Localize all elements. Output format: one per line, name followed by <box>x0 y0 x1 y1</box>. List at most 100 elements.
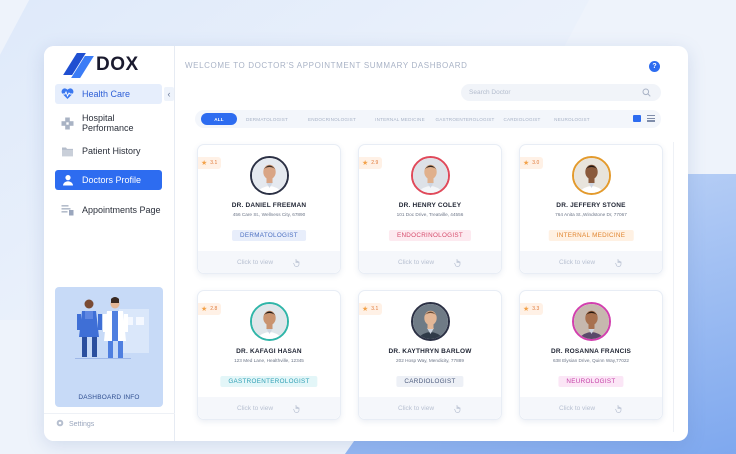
sidebar-item-label: Appointments Page <box>82 205 161 215</box>
sidebar-item-label: Doctors Profile <box>82 175 142 185</box>
star-icon: ★ <box>201 306 208 313</box>
grid-view-icon[interactable] <box>633 115 641 122</box>
doctor-avatar <box>572 302 611 341</box>
view-profile-button[interactable]: Click to view <box>520 251 662 273</box>
rating-value: 2.8 <box>210 306 218 312</box>
star-icon: ★ <box>523 160 530 167</box>
sidebar: DOX Health Care ‹ Hospital Performance P… <box>44 46 175 441</box>
scrollbar[interactable] <box>673 142 674 432</box>
rating-value: 3.1 <box>371 306 379 312</box>
doctor-address: 202 Hosp Way, Mendicity, 77889 <box>396 358 464 363</box>
click-to-view-label: Click to view <box>397 258 435 266</box>
pointer-hand-icon <box>293 258 300 267</box>
star-icon: ★ <box>523 306 530 313</box>
rating-value: 3.3 <box>532 306 540 312</box>
click-to-view-label: Click to view <box>397 404 435 412</box>
click-to-view-label: Click to view <box>558 258 596 266</box>
view-profile-button[interactable]: Click to view <box>198 251 340 273</box>
sidebar-item-label: Health Care <box>82 89 131 99</box>
doctor-address: 456 Care St., Wellness City, 67890 <box>232 212 306 217</box>
collapse-sidebar-chevron-icon[interactable]: ‹ <box>164 87 174 101</box>
doctor-card[interactable]: ★ 2.8 DR. KAFAGI HASAN 123 Med Lane, Hea… <box>197 290 341 420</box>
heart-pulse-icon <box>61 88 74 101</box>
doctor-card[interactable]: ★ 3.0 DR. JEFFERY STONE 764 Anita St.,Wi… <box>519 144 663 274</box>
doctors-illustration <box>75 297 149 359</box>
doctor-address: 764 Anita St.,Windstone Dr, 77067 <box>555 212 627 217</box>
rating-value: 3.0 <box>532 160 540 166</box>
dashboard-info-label: DASHBOARD INFO <box>78 394 140 401</box>
rating-badge: ★ 3.0 <box>520 157 544 169</box>
specialty-badge: DERMATOLOGIST <box>232 230 306 241</box>
doctor-address: 101 Doc Drive, Treatville, 44556 <box>396 212 464 217</box>
click-to-view-label: Click to view <box>236 258 274 266</box>
rating-badge: ★ 3.1 <box>359 303 383 315</box>
tab-endocrinologist[interactable]: ENDOCRINOLOGIST <box>308 113 356 125</box>
tab-internal-medicine[interactable]: INTERNAL MEDICINE <box>375 113 425 125</box>
click-to-view-label: Click to view <box>558 404 596 412</box>
rating-badge: ★ 2.9 <box>359 157 383 169</box>
doctor-avatar <box>250 302 289 341</box>
specialty-filter-bar: ALL DERMATOLOGIST ENDOCRINOLOGIST INTERN… <box>195 110 661 128</box>
tab-all[interactable]: ALL <box>201 113 237 125</box>
view-profile-button[interactable]: Click to view <box>520 397 662 419</box>
pointer-hand-icon <box>454 258 461 267</box>
logo[interactable]: DOX <box>63 53 139 78</box>
sidebar-item-label: Hospital Performance <box>82 113 134 133</box>
doctor-name: DR. DANIEL FREEMAN <box>231 202 307 209</box>
logo-mark-icon <box>63 53 94 78</box>
doctor-avatar <box>411 156 450 195</box>
doctor-card[interactable]: ★ 2.9 DR. HENRY COLEY 101 Doc Drive, Tre… <box>358 144 502 274</box>
rating-value: 2.9 <box>371 160 379 166</box>
user-icon <box>61 174 74 187</box>
sidebar-item-health-care[interactable]: Health Care <box>55 84 162 104</box>
gear-icon <box>56 419 64 429</box>
view-profile-button[interactable]: Click to view <box>198 397 340 419</box>
doctor-card[interactable]: ★ 3.1 DR. KAYTHRYN BARLOW 202 Hosp Way, … <box>358 290 502 420</box>
sidebar-item-hospital-performance[interactable]: Hospital Performance <box>55 113 162 133</box>
specialty-badge: INTERNAL MEDICINE <box>548 230 634 241</box>
specialty-badge: NEUROLOGIST <box>558 376 624 387</box>
doctor-avatar <box>572 156 611 195</box>
calendar-list-icon <box>61 204 74 217</box>
star-icon: ★ <box>201 160 208 167</box>
tab-dermatologist[interactable]: DERMATOLOGIST <box>246 113 288 125</box>
tab-gastroenterologist[interactable]: GASTROENTEROLOGIST <box>436 113 495 125</box>
view-profile-button[interactable]: Click to view <box>359 251 501 273</box>
pointer-hand-icon <box>615 258 622 267</box>
star-icon: ★ <box>362 160 369 167</box>
pointer-hand-icon <box>615 404 622 413</box>
specialty-badge: GASTROENTEROLOGIST <box>220 376 318 387</box>
dashboard-info-card[interactable]: DASHBOARD INFO <box>55 287 163 407</box>
doctor-card[interactable]: ★ 3.3 DR. ROSANNA FRANCIS 638 Elysian Dr… <box>519 290 663 420</box>
sidebar-item-appointments-page[interactable]: Appointments Page <box>55 200 162 220</box>
specialty-badge: ENDOCRINOLOGIST <box>388 230 472 241</box>
doctor-name: DR. JEFFERY STONE <box>556 202 626 209</box>
pointer-hand-icon <box>454 404 461 413</box>
rating-badge: ★ 2.8 <box>198 303 222 315</box>
sidebar-item-label: Patient History <box>82 146 141 156</box>
sidebar-item-doctors-profile[interactable]: Doctors Profile <box>55 170 162 190</box>
pointer-hand-icon <box>293 404 300 413</box>
doctor-avatar <box>250 156 289 195</box>
tab-cardiologist[interactable]: CARDIOLOGIST <box>502 113 542 125</box>
settings-link[interactable]: Settings <box>56 419 94 429</box>
divider <box>44 413 175 414</box>
doctor-name: DR. KAYTHRYN BARLOW <box>388 348 472 355</box>
specialty-badge: CARDIOLOGIST <box>396 376 464 387</box>
search-input[interactable] <box>461 84 661 101</box>
doctor-card[interactable]: ★ 3.1 DR. DANIEL FREEMAN 456 Care St., W… <box>197 144 341 274</box>
view-profile-button[interactable]: Click to view <box>359 397 501 419</box>
rating-badge: ★ 3.3 <box>520 303 544 315</box>
rating-value: 3.1 <box>210 160 218 166</box>
settings-label: Settings <box>69 420 95 428</box>
sidebar-item-patient-history[interactable]: Patient History <box>55 141 162 161</box>
search-icon[interactable] <box>642 88 651 97</box>
doctor-address: 638 Elysian Drive, Quinn Way,77022 <box>552 358 630 363</box>
tab-neurologist[interactable]: NEUROLOGIST <box>553 113 591 125</box>
page-title: WELCOME TO DOCTOR'S APPOINTMENT SUMMARY … <box>185 61 468 70</box>
star-icon: ★ <box>362 306 369 313</box>
click-to-view-label: Click to view <box>236 404 274 412</box>
list-view-icon[interactable] <box>647 115 655 122</box>
help-icon[interactable]: ? <box>649 61 660 72</box>
doctor-name: DR. ROSANNA FRANCIS <box>550 348 632 355</box>
